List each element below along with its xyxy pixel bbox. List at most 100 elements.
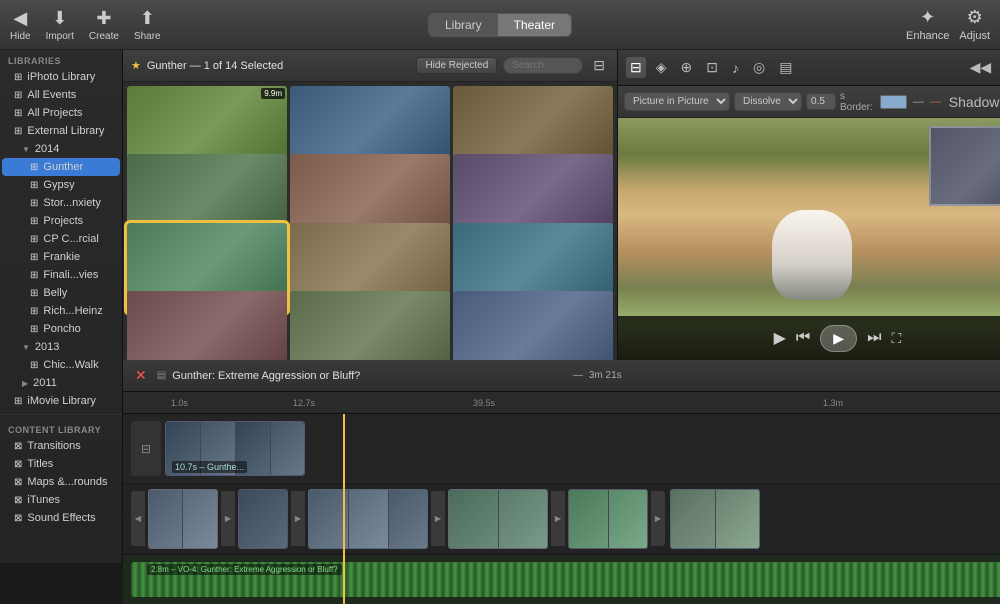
pip-overlay [929,126,1000,206]
preview-toolbar: Picture in Picture Dissolve s Border: — … [618,86,1000,118]
sidebar-item-2011[interactable]: ▶ 2011 [2,374,120,392]
preview-screen: ▶ ⏮ ▶ ⏭ ⛶ [618,118,1000,360]
color-tool-button[interactable]: ◈ [652,57,671,78]
clip-tool-button[interactable]: ▤ [775,57,796,78]
skip-back-button[interactable]: ⏮ [796,329,810,347]
shadow-button[interactable]: Shadow [945,92,1000,112]
cutaway-nav-left: ◀ [131,491,145,546]
sidebar-divider [0,414,122,415]
timeline-clip-icon: ▤ [157,370,166,381]
sidebar-item-frankie[interactable]: ⊞ Frankie [2,248,120,266]
sidebar-item-finali-vies[interactable]: ⊞ Finali...vies [2,266,120,284]
duration-input[interactable] [806,93,836,110]
import-button[interactable]: ⬇ Import [46,8,74,42]
sidebar-item-poncho[interactable]: ⊞ Poncho [2,320,120,338]
create-icon: ✚ [96,8,111,29]
track-clip-left[interactable]: 10.7s – Gunthe... [165,421,305,476]
sidebar-item-itunes[interactable]: ⊠ iTunes [2,491,120,509]
cutaway-divider-1: ▶ [221,491,235,546]
video-track: ⊟ 10.7s – Gunthe... [123,414,1000,484]
cutaway-clip-1[interactable] [148,489,218,549]
clip-view-toggle[interactable]: ⊟ [589,55,609,76]
share-icon: ⬆ [140,8,155,29]
clip-thumb-11[interactable] [453,291,613,360]
play-button[interactable]: ▶ [774,328,786,348]
cutaway-clip-4[interactable] [448,489,548,549]
cutaway-divider-2: ▶ [291,491,305,546]
cutaway-track: ◀ ▶ ▶ [123,484,1000,554]
effect-select[interactable]: Picture in Picture [624,92,730,111]
sidebar-item-external-library[interactable]: ⊞ External Library [2,122,120,140]
belly-icon: ⊞ [30,288,38,299]
main-clip-label: 10.7s – Gunthe... [172,461,247,473]
border-color-swatch [880,95,907,109]
share-button[interactable]: ⬆ Share [134,8,161,42]
noise-tool-button[interactable]: ⊕ [677,57,697,78]
sidebar-item-transitions[interactable]: ⊠ Transitions [2,437,120,455]
clip-search-input[interactable] [503,57,583,74]
clip-thumb-9[interactable] [127,291,287,360]
track-icon: ⊟ [141,442,151,456]
fullscreen-button[interactable]: ⛶ [891,330,901,347]
transition-select[interactable]: Dissolve [734,92,802,111]
enhance-button[interactable]: ✦ Enhance [906,7,949,42]
clip-thumb-10[interactable] [290,291,450,360]
enhance-icon: ✦ [920,7,935,28]
titles-icon: ⊠ [14,459,22,470]
cutaway-clip-2[interactable] [238,489,288,549]
prev-button[interactable]: ◀◀ [966,57,996,78]
adjust-button[interactable]: ⚙ Adjust [959,7,990,42]
skip-forward-button[interactable]: ⏭ [867,329,881,347]
sidebar-item-rich-heinz[interactable]: ⊞ Rich...Heinz [2,302,120,320]
audio-tool-button[interactable]: ♪ [728,58,743,78]
sidebar-item-stor-nxiety[interactable]: ⊞ Stor...nxiety [2,194,120,212]
sidebar-item-titles[interactable]: ⊠ Titles [2,455,120,473]
frankie-icon: ⊞ [30,252,38,263]
tab-theater[interactable]: Theater [498,14,571,36]
border-thickness: — [930,96,941,108]
ruler-mark-4: 1.3m [823,398,843,408]
speed-tool-button[interactable]: ◎ [749,57,769,78]
stabilize-tool-button[interactable]: ⊡ [702,57,722,78]
audio-waveform: 2.8m – VO-4: Gunther: Extreme Aggression… [131,562,1000,597]
sidebar-item-iphoto[interactable]: ⊞ iPhoto Library [2,68,120,86]
sidebar-item-imovie-library[interactable]: ⊞ iMovie Library [2,392,120,410]
cutaway-divider-3: ▶ [431,491,445,546]
hide-button[interactable]: ◀ Hide [10,8,31,42]
play-pause-button[interactable]: ▶ [820,325,857,352]
sidebar-item-2013[interactable]: ▼ 2013 [2,338,120,356]
sidebar-item-2014[interactable]: ▼ 2014 [2,140,120,158]
create-button[interactable]: ✚ Create [89,8,119,42]
sidebar: LIBRARIES ⊞ iPhoto Library ⊞ All Events … [0,50,123,563]
right-arrow-icon-3: ▶ [435,514,441,523]
projects-icon: ⊞ [14,108,22,119]
right-arrow-icon-1: ▶ [225,514,231,523]
crop-tool-button[interactable]: ⊟ [626,57,646,78]
sidebar-item-gypsy[interactable]: ⊞ Gypsy [2,176,120,194]
sidebar-item-cp-rcial[interactable]: ⊞ CP C...rcial [2,230,120,248]
right-arrow-icon-4: ▶ [555,514,561,523]
right-arrow-icon-5: ▶ [655,514,661,523]
timeline-toolbar: ✕ ▤ Gunther: Extreme Aggression or Bluff… [123,360,1000,392]
video-controls: ▶ ⏮ ▶ ⏭ ⛶ [618,316,1000,360]
timeline-close-button[interactable]: ✕ [131,365,151,386]
tab-library[interactable]: Library [429,14,498,36]
cutaway-clip-5[interactable] [568,489,648,549]
sidebar-item-sound-effects[interactable]: ⊠ Sound Effects [2,509,120,527]
timeline-area: ✕ ▤ Gunther: Extreme Aggression or Bluff… [123,360,1000,604]
sidebar-item-all-projects[interactable]: ⊞ All Projects [2,104,120,122]
cutaway-clip-3[interactable] [308,489,428,549]
events-icon: ⊞ [14,90,22,101]
sidebar-item-projects[interactable]: ⊞ Projects [2,212,120,230]
sidebar-item-belly[interactable]: ⊞ Belly [2,284,120,302]
sidebar-item-all-events[interactable]: ⊞ All Events [2,86,120,104]
clip-grid: 9.9m [123,82,617,360]
sidebar-item-chic-walk[interactable]: ⊞ Chic...Walk [2,356,120,374]
chic-icon: ⊞ [30,360,38,371]
itunes-icon: ⊠ [14,495,22,506]
cutaway-clip-6[interactable] [670,489,760,549]
hide-rejected-button[interactable]: Hide Rejected [416,57,497,74]
sidebar-item-maps[interactable]: ⊠ Maps &...rounds [2,473,120,491]
sidebar-item-gunther[interactable]: ⊞ Gunther [2,158,120,176]
shadow-label: Shadow [949,94,1000,110]
